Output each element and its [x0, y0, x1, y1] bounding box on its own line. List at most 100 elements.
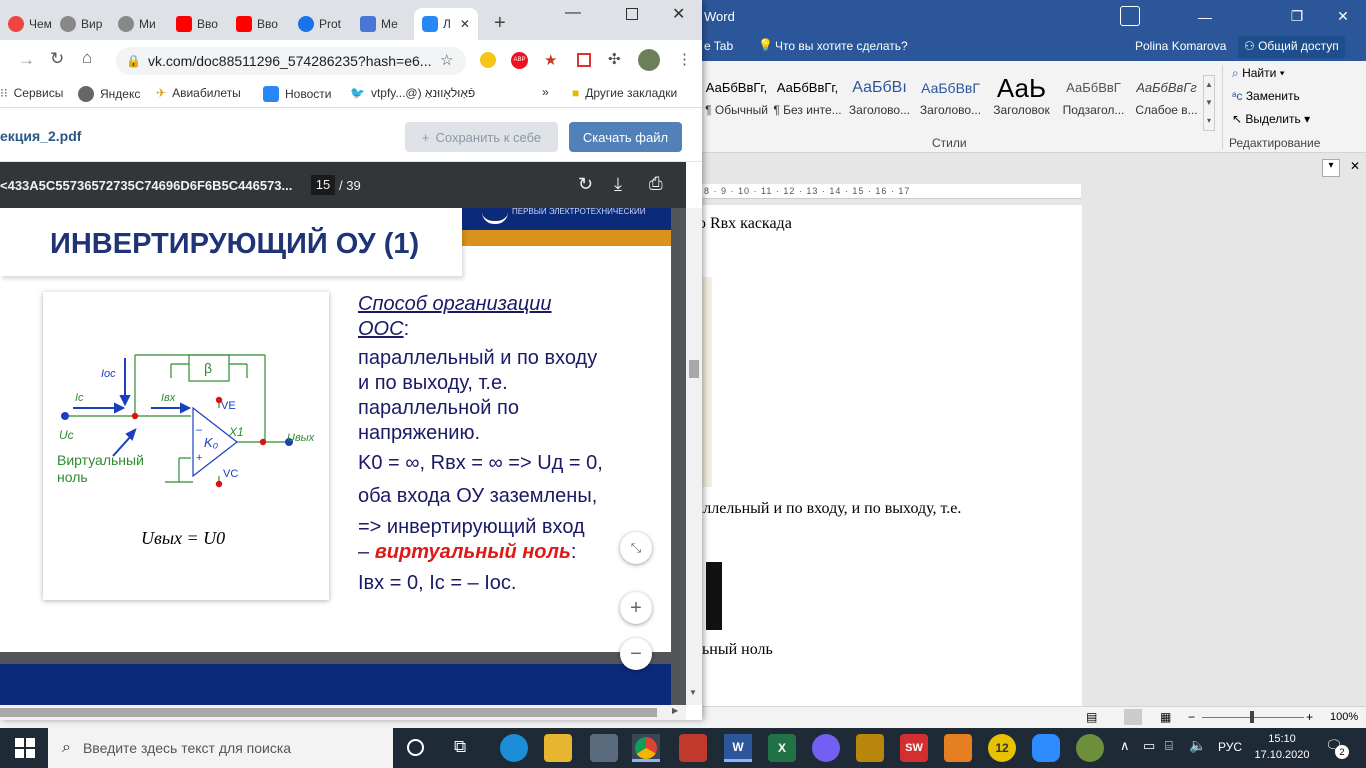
volume-icon[interactable]: 🔈 — [1189, 737, 1206, 754]
adblock-icon[interactable]: ABP — [511, 52, 528, 69]
word-close-button[interactable]: ✕ — [1320, 0, 1366, 33]
zoom-in-button[interactable]: + — [620, 592, 652, 624]
extension-icon[interactable] — [577, 53, 591, 67]
horizontal-scrollbar[interactable]: ▶ — [0, 705, 686, 720]
browser-tab[interactable]: Вир — [52, 8, 112, 40]
avatar[interactable] — [638, 49, 660, 71]
scroll-thumb[interactable] — [689, 360, 699, 378]
bookmark-yandex[interactable]: Яндекс — [78, 86, 140, 102]
web-layout-icon[interactable]: ▦ — [1160, 710, 1171, 724]
print-icon[interactable]: ⎙ — [649, 174, 663, 194]
solidworks-icon[interactable]: SW — [900, 734, 928, 762]
network-icon[interactable]: ⌸ — [1165, 738, 1173, 754]
bookmark-services[interactable]: ⁝⁝ Сервисы — [0, 86, 63, 100]
menu-icon[interactable]: ⋮ — [677, 50, 692, 68]
scroll-right-icon[interactable]: ▶ — [672, 706, 678, 715]
word-restore-button[interactable]: ❐ — [1274, 0, 1320, 33]
style-no-spacing[interactable]: АаБбВвГг, ¶ Без инте... — [771, 73, 844, 131]
replace-button[interactable]: ᵃc Заменить — [1232, 89, 1300, 103]
style-heading1[interactable]: АаБбВı Заголово... — [843, 73, 916, 131]
style-normal[interactable]: АаБбВвГг, ¶ Обычный — [700, 73, 773, 131]
ribbon-display-icon[interactable] — [1120, 6, 1140, 26]
more-bookmarks-icon[interactable]: » — [542, 85, 549, 99]
ribbon-collapse-icon[interactable]: ▾ — [1322, 159, 1340, 177]
paint-icon[interactable] — [1076, 734, 1104, 762]
browser-tab[interactable]: Ме — [352, 8, 412, 40]
share-button[interactable]: ⚇ Общий доступ — [1238, 36, 1345, 58]
edge-icon[interactable] — [500, 734, 528, 762]
app-icon[interactable] — [679, 734, 707, 762]
new-tab-button[interactable]: + — [494, 12, 506, 35]
document-page[interactable]: ю Rвх каскада аллельный и по входу, и по… — [692, 205, 1082, 715]
browser-tab[interactable]: Чем — [0, 8, 60, 40]
cortana-icon[interactable] — [407, 739, 424, 756]
scroll-thumb-h[interactable] — [0, 708, 657, 717]
browser-tab[interactable]: Вво — [228, 8, 288, 40]
task-view-icon[interactable]: ⧉ — [454, 737, 466, 757]
find-button[interactable]: ⌕ Найти ▾ — [1232, 66, 1285, 81]
chrome-app-icon[interactable] — [632, 734, 660, 762]
fit-page-button[interactable]: ⤡ — [620, 532, 652, 564]
rotate-icon[interactable]: ↻ — [578, 174, 593, 195]
zoom-in-icon[interactable]: + — [1306, 710, 1313, 724]
matlab-icon[interactable] — [944, 734, 972, 762]
style-heading2[interactable]: АаБбВвГ Заголово... — [914, 73, 987, 131]
bookmark-other[interactable]: ■ Другие закладки — [572, 86, 677, 100]
home-icon[interactable]: ⌂ — [82, 48, 92, 68]
extension-icon[interactable] — [480, 52, 496, 68]
ribbon-close-icon[interactable]: ✕ — [1346, 159, 1364, 177]
zoom-out-icon[interactable]: − — [1188, 710, 1195, 724]
read-mode-icon[interactable]: ▤ — [1086, 710, 1097, 724]
address-bar[interactable]: 🔒 vk.com/doc88511296_574286235?hash=e6..… — [116, 47, 466, 75]
zoom-icon[interactable] — [1032, 734, 1060, 762]
user-name[interactable]: Polina Komarova — [1135, 39, 1226, 53]
forward-icon[interactable]: → — [18, 50, 35, 70]
file-explorer-icon[interactable] — [544, 734, 572, 762]
close-button[interactable]: ✕ — [672, 4, 685, 24]
tell-me-input[interactable]: Что вы хотите сделать? — [775, 39, 908, 53]
extension-star-icon[interactable]: ★ — [544, 51, 557, 69]
zoom-out-button[interactable]: − — [620, 638, 652, 670]
puzzle-icon[interactable]: ✣ — [608, 50, 621, 68]
language-indicator[interactable]: РУС — [1218, 740, 1242, 754]
select-button[interactable]: ↖ Выделить ▾ — [1232, 112, 1310, 126]
print-layout-icon[interactable] — [1124, 709, 1142, 725]
chevron-up-icon[interactable]: ∧ — [1120, 738, 1130, 754]
browser-tab[interactable]: Ми — [110, 8, 170, 40]
zoom-level[interactable]: 100% — [1330, 711, 1358, 723]
style-title[interactable]: АаЬ Заголовок — [985, 73, 1058, 131]
browser-tab-active[interactable]: Л ✕ — [414, 8, 478, 40]
scroll-down-icon[interactable]: ▼ — [689, 688, 697, 697]
save-to-self-button[interactable]: + Сохранить к себе — [405, 122, 558, 152]
maximize-button[interactable] — [626, 8, 638, 20]
minimize-button[interactable]: — — [565, 4, 581, 22]
bookmark-flights[interactable]: ✈ Авиабилеты — [156, 86, 241, 100]
windows-start-icon[interactable] — [15, 738, 35, 758]
zoom-thumb[interactable] — [1250, 711, 1254, 723]
style-subtitle[interactable]: АаБбВвГ Подзагол... — [1057, 73, 1130, 131]
star-icon[interactable]: ☆ — [440, 47, 453, 75]
taskbar-search[interactable]: ⌕ Введите здесь текст для поиска — [48, 728, 393, 768]
tab-close-icon[interactable]: ✕ — [460, 17, 470, 31]
clock[interactable]: 15:10 17.10.2020 — [1252, 731, 1312, 763]
style-subtle[interactable]: АаБбВвГг Слабое в... — [1130, 73, 1203, 131]
download-file-button[interactable]: Скачать файл — [569, 122, 682, 152]
app-icon[interactable]: 12 — [988, 734, 1016, 762]
battery-icon[interactable]: ▭ — [1143, 738, 1155, 754]
bookmark-news[interactable]: Новости — [263, 86, 331, 102]
browser-tab[interactable]: Prot — [290, 8, 350, 40]
word-minimize-button[interactable]: — — [1182, 0, 1228, 33]
pdf-viewer[interactable]: ПЕРВЫЙ ЭЛЕКТРОТЕХНИЧЕСКИЙ ИНВЕРТИРУЮЩИЙ … — [0, 208, 686, 705]
app-icon[interactable] — [856, 734, 884, 762]
bookmark-twitter[interactable]: 🐦 vtpfy...@) פֿאַוּלאָווּנאַ — [350, 86, 475, 100]
page-number-input[interactable]: 15 — [311, 175, 335, 195]
viber-icon[interactable] — [812, 734, 840, 762]
vertical-scrollbar[interactable]: ▼ — [686, 208, 702, 705]
download-icon[interactable]: ⤓ — [614, 174, 622, 195]
tab-fragment[interactable]: e Tab — [704, 39, 733, 53]
styles-scroll[interactable]: ▲ ▼ ▾ — [1203, 75, 1215, 131]
store-icon[interactable] — [590, 734, 618, 762]
reload-icon[interactable]: ↻ — [50, 49, 64, 69]
excel-icon[interactable]: X — [768, 734, 796, 762]
browser-tab[interactable]: Вво — [168, 8, 228, 40]
